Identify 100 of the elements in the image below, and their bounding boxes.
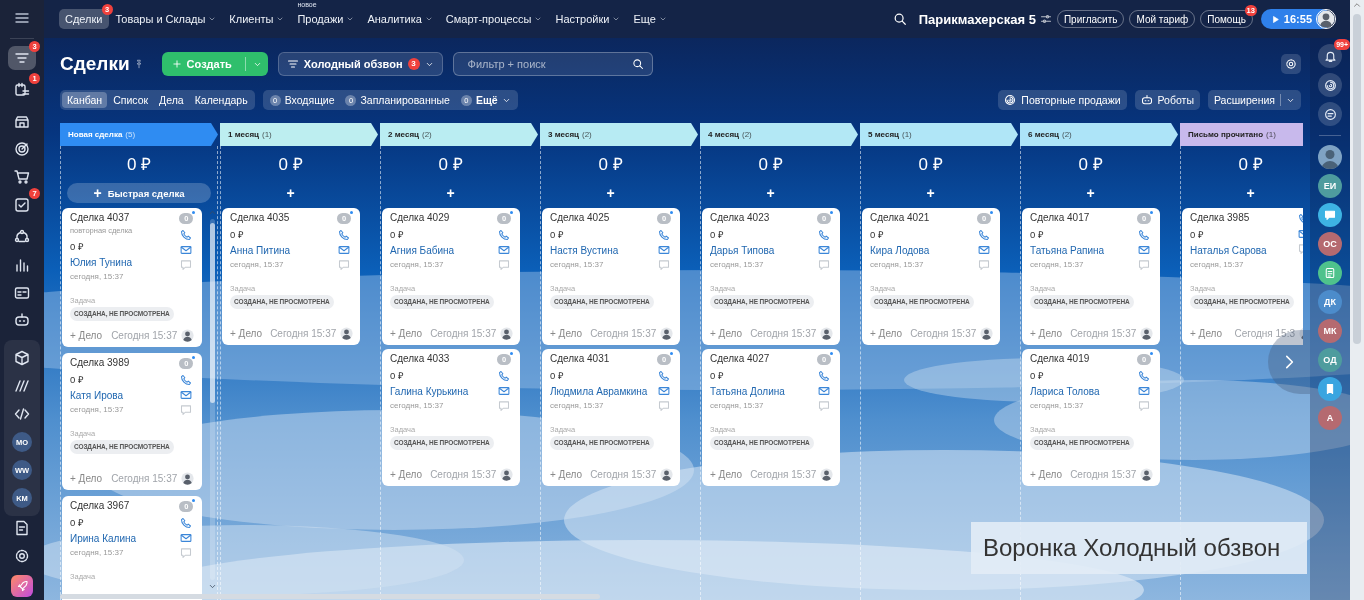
last-activity-time: Сегодня 15:37 — [430, 327, 497, 339]
toolbar-button[interactable]: Роботы — [1134, 90, 1200, 110]
deal-amount: 0 ₽ — [1190, 228, 1205, 242]
nav-tab[interactable]: Аналитика — [361, 9, 439, 29]
deal-amount: 0 ₽ — [390, 228, 405, 242]
add-activity-link[interactable]: + Дело — [70, 472, 103, 484]
view-tab[interactable]: Список — [108, 92, 154, 108]
deal-title[interactable]: Сделка 4027 — [710, 352, 816, 366]
add-deal-button[interactable]: + — [1078, 183, 1103, 203]
add-activity-link[interactable]: + Дело — [390, 468, 423, 480]
portal-name[interactable]: Парикмахерская 5 — [918, 11, 1036, 27]
add-activity-link[interactable]: + Дело — [550, 468, 583, 480]
deal-title[interactable]: Сделка 4019 — [1030, 352, 1136, 366]
deal-title[interactable]: Сделка 4029 — [390, 211, 496, 225]
stage-count: (1) — [261, 130, 272, 139]
stage-title: 5 месяц — [868, 130, 899, 139]
stage-title: 4 месяц — [708, 130, 739, 139]
stage-header[interactable]: 4 месяц (2) — [700, 123, 858, 146]
stage-header[interactable]: 5 месяц (1) — [860, 123, 1018, 146]
contact-link[interactable]: Настя Вустина — [550, 243, 656, 258]
page-title: Сделки — [60, 53, 130, 75]
add-activity-link[interactable]: + Дело — [230, 327, 263, 339]
stage-title: Новая сделка — [68, 130, 123, 139]
pipeline-selector[interactable]: Холодный обзвон 3 — [277, 52, 443, 76]
stage-header[interactable]: Письмо прочитано (1) — [1180, 123, 1303, 146]
add-deal-button[interactable]: + — [598, 183, 623, 203]
last-activity-time: Сегодня 15:37 — [111, 329, 178, 341]
contact-link[interactable]: Агния Бабина — [390, 243, 496, 258]
contact-link[interactable]: Лариса Толова — [1030, 384, 1136, 399]
add-deal-button[interactable]: + — [438, 183, 463, 203]
stage-count: (2) — [741, 130, 752, 139]
deal-title[interactable]: Сделка 3967 — [70, 499, 179, 513]
deal-amount: 0 ₽ — [710, 228, 725, 242]
deal-date: сегодня, 15:37 — [390, 259, 445, 271]
stage-total: 0 ₽ — [917, 153, 944, 176]
nav-tab[interactable]: Еще — [627, 9, 673, 29]
stage-title: Письмо прочитано — [1188, 130, 1263, 139]
stage-total: 0 ₽ — [757, 153, 784, 176]
stage-count: (2) — [421, 130, 432, 139]
deal-title[interactable]: Сделка 4017 — [1030, 211, 1136, 225]
deal-title[interactable]: Сделка 3985 — [1190, 211, 1296, 225]
deal-amount: 0 ₽ — [870, 228, 885, 242]
last-activity-time: Сегодня 15:37 — [590, 468, 657, 480]
nav-tab[interactable]: Настройки — [549, 9, 627, 29]
deal-title[interactable]: Сделка 4033 — [390, 352, 496, 366]
add-activity-link[interactable]: + Дело — [1030, 327, 1063, 339]
last-activity-time: Сегодня 15:37 — [750, 468, 817, 480]
view-tab[interactable]: Канбан — [62, 92, 108, 108]
nav-tab[interactable]: Продажи — [291, 9, 361, 29]
deal-title[interactable]: Сделка 4023 — [710, 211, 816, 225]
last-activity-time: Сегодня 15:37 — [430, 468, 497, 480]
deal-date: сегодня, 15:37 — [70, 547, 125, 559]
deal-amount: 0 ₽ — [230, 228, 245, 242]
stage-header[interactable]: 6 месяц (2) — [1020, 123, 1178, 146]
last-activity-time: Сегодня 15:37 — [750, 327, 817, 339]
add-activity-link[interactable]: + Дело — [1030, 468, 1063, 480]
nav-tab[interactable]: Смарт-процессы — [439, 9, 549, 29]
last-activity-time: Сегодня 15:37 — [111, 472, 178, 484]
toolbar-button[interactable]: Повторные продажи — [998, 90, 1127, 110]
deal-amount: 0 ₽ — [70, 240, 85, 254]
add-activity-link[interactable]: + Дело — [70, 329, 103, 341]
add-activity-link[interactable]: + Дело — [710, 327, 743, 339]
contact-link[interactable]: Галина Курькина — [390, 384, 496, 399]
contact-link[interactable]: Юлия Тунина — [70, 255, 179, 270]
contact-link[interactable]: Анна Питина — [230, 243, 336, 258]
deal-title[interactable]: Сделка 4037 — [70, 211, 179, 225]
add-deal-button[interactable]: + — [1238, 183, 1263, 203]
deal-title[interactable]: Сделка 3989 — [70, 356, 179, 370]
view-tab[interactable]: Календарь — [189, 92, 253, 108]
add-activity-link[interactable]: + Дело — [550, 327, 583, 339]
deal-date: сегодня, 15:37 — [550, 259, 605, 271]
contact-link[interactable]: Наталья Сарова — [1190, 243, 1296, 258]
deal-title[interactable]: Сделка 4031 — [550, 352, 656, 366]
stage-header[interactable]: 3 месяц (2) — [540, 123, 698, 146]
add-activity-link[interactable]: + Дело — [1190, 327, 1223, 339]
deal-title[interactable]: Сделка 4025 — [550, 211, 656, 225]
deal-title[interactable]: Сделка 4021 — [870, 211, 976, 225]
view-tab[interactable]: Дела — [154, 92, 189, 108]
stage-header[interactable]: 1 месяц (1) — [220, 123, 378, 146]
add-deal-button[interactable]: + — [918, 183, 943, 203]
deal-date: сегодня, 15:37 — [710, 259, 765, 271]
stage-header[interactable]: 2 месяц (2) — [380, 123, 538, 146]
contact-link[interactable]: Кира Лодова — [870, 243, 976, 258]
contact-link[interactable]: Татьяна Долина — [710, 384, 816, 399]
contact-link[interactable]: Людмила Аврамкина — [550, 384, 656, 399]
contact-link[interactable]: Ирина Калина — [70, 531, 179, 546]
stage-total: 0 ₽ — [597, 153, 624, 176]
add-deal-button[interactable]: + — [278, 183, 303, 203]
add-activity-link[interactable]: + Дело — [710, 468, 743, 480]
contact-link[interactable]: Татьяна Рапина — [1030, 243, 1136, 258]
add-activity-link[interactable]: + Дело — [390, 327, 423, 339]
toolbar-button[interactable]: Расширения — [1207, 90, 1301, 110]
deal-date: сегодня, 15:37 — [230, 259, 285, 271]
contact-link[interactable]: Дарья Типова — [710, 243, 816, 258]
quick-deal-button[interactable]: + Быстрая сделка — [67, 183, 211, 203]
nav-tab[interactable]: Клиенты — [223, 9, 291, 29]
add-activity-link[interactable]: + Дело — [870, 327, 903, 339]
add-deal-button[interactable]: + — [758, 183, 783, 203]
contact-link[interactable]: Катя Ирова — [70, 388, 179, 403]
deal-title[interactable]: Сделка 4035 — [230, 211, 336, 225]
